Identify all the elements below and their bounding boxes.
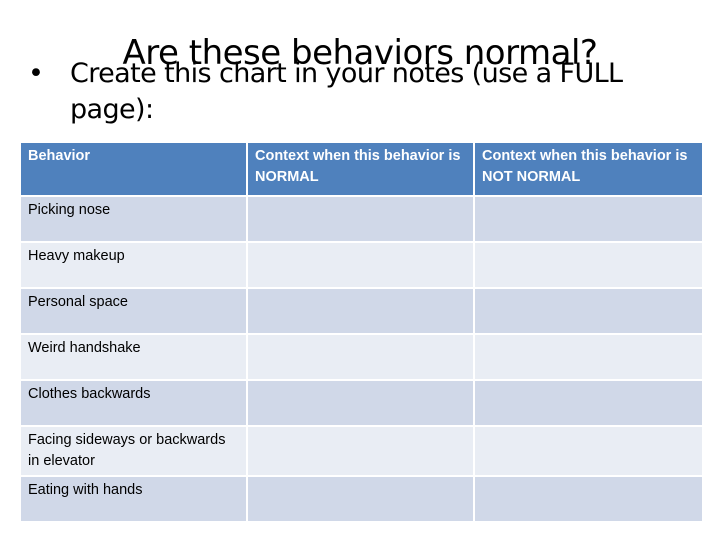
table-row: Eating with hands [19, 475, 704, 523]
context-normal-cell [246, 425, 475, 477]
context-not-normal-cell [473, 379, 704, 427]
behavior-cell: Personal space [19, 287, 248, 335]
instruction-text: Create this chart in your notes (use a F… [70, 58, 623, 125]
context-normal-cell [246, 379, 475, 427]
bullet-icon: • [28, 58, 44, 89]
behavior-cell: Weird handshake [19, 333, 248, 381]
behavior-cell: Heavy makeup [19, 241, 248, 289]
context-not-normal-cell [473, 195, 704, 243]
table-row: Facing sideways or backwards in elevator [19, 425, 704, 477]
table-row: Picking nose [19, 195, 704, 243]
context-not-normal-cell [473, 425, 704, 477]
behavior-chart-table: Behavior Context when this behavior is N… [19, 141, 704, 523]
context-not-normal-cell [473, 287, 704, 335]
table-row: Heavy makeup [19, 241, 704, 289]
header-context-normal: Context when this behavior is NORMAL [246, 141, 475, 197]
context-normal-cell [246, 287, 475, 335]
context-normal-cell [246, 195, 475, 243]
behavior-cell: Eating with hands [19, 475, 248, 523]
context-normal-cell [246, 333, 475, 381]
header-behavior: Behavior [19, 141, 248, 197]
behavior-cell: Picking nose [19, 195, 248, 243]
context-not-normal-cell [473, 333, 704, 381]
header-context-not-normal: Context when this behavior is NOT NORMAL [473, 141, 704, 197]
table-row: Clothes backwards [19, 379, 704, 427]
table-row: Personal space [19, 287, 704, 335]
context-not-normal-cell [473, 241, 704, 289]
table-header-row: Behavior Context when this behavior is N… [19, 141, 704, 197]
table-row: Weird handshake [19, 333, 704, 381]
behavior-cell: Clothes backwards [19, 379, 248, 427]
instruction-bullet: • Create this chart in your notes (use a… [28, 56, 688, 128]
context-normal-cell [246, 475, 475, 523]
behavior-cell: Facing sideways or backwards in elevator [19, 425, 248, 477]
context-not-normal-cell [473, 475, 704, 523]
context-normal-cell [246, 241, 475, 289]
